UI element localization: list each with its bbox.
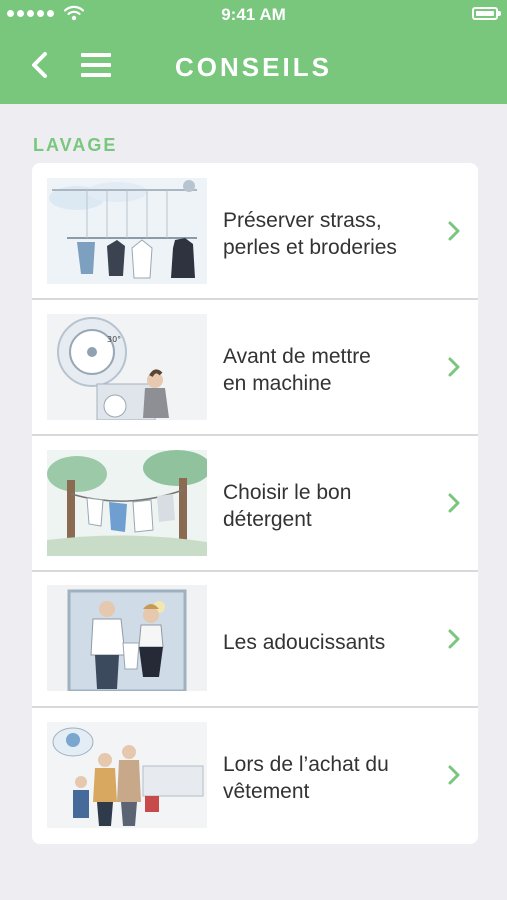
list-item-line2: en machine [223, 372, 332, 395]
list-item[interactable]: Choisir le bon détergent [32, 435, 478, 570]
list-item[interactable]: Préserver strass, perles et broderies [32, 163, 478, 298]
chevron-right-icon [448, 221, 460, 241]
couple-doorway-illustration [47, 585, 207, 691]
list-item-line2: vêtement [223, 780, 310, 803]
section-title: LAVAGE [33, 135, 118, 155]
list-item[interactable]: Lors de l’achat du vêtement [32, 707, 478, 842]
list-item-line1: Avant de mettre [223, 345, 371, 368]
list-item-label: Préserver strass, perles et broderies [223, 207, 428, 261]
svg-text:30°: 30° [107, 335, 121, 344]
list-item-line2: perles et broderies [223, 236, 397, 259]
chevron-right-icon [448, 493, 460, 513]
list-item-line1: Lors de l’achat du [223, 753, 389, 776]
chevron-right-icon [448, 357, 460, 377]
list-item[interactable]: 30° Avant de mettre en machine [32, 299, 478, 434]
list-item[interactable]: Les adoucissants [32, 571, 478, 706]
shopping-clothes-illustration [47, 722, 207, 828]
list-item-line1: Choisir le bon [223, 481, 352, 504]
list-item-label: Choisir le bon détergent [223, 479, 428, 533]
chevron-right-icon [448, 765, 460, 785]
list-item-label: Avant de mettre en machine [223, 343, 428, 397]
laundry-drying-rack-illustration [47, 178, 207, 284]
tips-list: Préserver strass, perles et broderies 30… [32, 163, 478, 844]
battery-icon [472, 7, 501, 20]
list-item-line2: détergent [223, 508, 312, 531]
status-bar: 9:41 AM [0, 0, 507, 30]
status-time: 9:41 AM [221, 5, 286, 24]
list-item-label: Les adoucissants [223, 629, 428, 656]
page-title: CONSEILS [175, 52, 332, 82]
clothesline-trees-illustration [47, 450, 207, 556]
list-item-line1: Les adoucissants [223, 631, 386, 654]
chevron-right-icon [448, 629, 460, 649]
app-header: 9:41 AM CONSEILS [0, 0, 507, 104]
list-item-label: Lors de l’achat du vêtement [223, 751, 428, 805]
washing-machine-illustration: 30° [47, 314, 207, 420]
list-item-line1: Préserver strass, [223, 209, 382, 232]
